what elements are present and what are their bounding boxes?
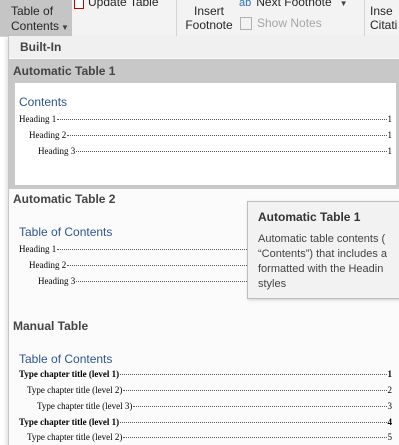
insert-footnote-button[interactable]: Insert Footnote [183, 4, 235, 32]
table-of-contents-button[interactable]: Table of Contents ▼ [0, 0, 72, 36]
gallery-item-title: Automatic Table 2 [13, 192, 116, 206]
show-notes-button[interactable]: Show Notes [240, 16, 322, 31]
toc-preview-line: Heading 3 1 [38, 146, 392, 156]
show-notes-icon [240, 17, 252, 31]
toc-entry-page: 3 [387, 401, 393, 411]
gallery-item-automatic-table-1[interactable]: Automatic Table 1 Contents Heading 1 1 He… [9, 59, 399, 189]
tooltip-title: Automatic Table 1 [258, 210, 361, 224]
insert-citation-button[interactable]: Inse Citati [370, 4, 397, 32]
gallery-item-title: Automatic Table 1 [13, 64, 116, 78]
toc-entry-text: Heading 3 [38, 276, 76, 286]
ribbon: Table of Contents ▼ Update Table Insert F… [0, 0, 399, 37]
dot-leader [120, 374, 387, 375]
tooltip-line: “Contents”) that includes a [258, 248, 388, 260]
toc-preview-line: Type chapter title (level 2) 2 [27, 385, 392, 395]
next-footnote-icon: ab [239, 0, 252, 9]
toc-entry-text: Type chapter title (level 3) [37, 401, 133, 411]
dot-leader [123, 390, 387, 391]
gallery-section-header: Built-In [9, 36, 399, 58]
toc-entry-text: Type chapter title (level 2) [27, 432, 123, 442]
dot-leader [57, 119, 387, 120]
toc-preview-line: Heading 2 1 [29, 130, 392, 140]
insert-footnote-label-line2: Footnote [185, 18, 233, 32]
toc-entry-text: Type chapter title (level 1) [19, 369, 120, 379]
next-footnote-button[interactable]: ab Next Footnote ▼ [239, 0, 348, 11]
ribbon-divider [176, 0, 177, 36]
toc-button-label-line2: Contents ▼ [11, 19, 69, 33]
chevron-down-icon: ▼ [339, 0, 348, 8]
toc-entry-page: 1 [387, 369, 393, 379]
gallery-item-title: Manual Table [13, 319, 89, 333]
toc-entry-text: Heading 1 [19, 244, 57, 254]
toc-entry-text: Type chapter title (level 1) [19, 417, 120, 427]
toc-preview-line: Type chapter title (level 1) 1 [19, 369, 392, 379]
next-footnote-label: Next Footnote [256, 0, 332, 9]
toc-entry-text: Type chapter title (level 2) [27, 385, 123, 395]
toc-preview-line: Type chapter title (level 2) 5 [27, 432, 392, 442]
toc-entry-page: 1 [387, 146, 393, 156]
toc-entry-page: 1 [387, 130, 393, 140]
dot-leader [67, 135, 387, 136]
toc-preview-line: Heading 1 1 [19, 114, 392, 124]
toc-preview-line: Type chapter title (level 3) 3 [37, 401, 392, 411]
insert-citation-label-line1: Inse [370, 4, 393, 18]
update-table-button[interactable]: Update Table [74, 0, 159, 9]
insert-citation-label-line2: Citati [370, 18, 398, 32]
preview-title: Contents [19, 95, 68, 109]
dot-leader [76, 151, 387, 152]
toc-entry-text: Heading 3 [38, 146, 76, 156]
preview-title: Table of Contents [19, 225, 113, 239]
update-table-label: Update Table [88, 0, 159, 9]
dropdown-caret-icon: ▼ [61, 23, 69, 32]
gallery-item-manual-table[interactable]: Manual Table Table of Contents Type chap… [9, 318, 399, 445]
toc-entry-text: Heading 2 [29, 260, 67, 270]
dot-leader [120, 422, 387, 423]
toc-entry-page: 2 [387, 385, 393, 395]
toc-entry-page: 1 [387, 114, 393, 124]
gallery-item-tooltip: Automatic Table 1 Automatic table conten… [247, 201, 399, 299]
preview-title: Table of Contents [19, 352, 113, 366]
toc-entry-page: 4 [387, 417, 393, 427]
update-table-icon [74, 0, 84, 9]
tooltip-line: Automatic table contents ( [258, 233, 386, 245]
dot-leader [133, 406, 387, 407]
toc-entry-page: 5 [387, 432, 393, 442]
toc-preview: Contents Heading 1 1 Heading 2 1 Heading 3… [15, 83, 396, 185]
ribbon-divider [364, 0, 365, 36]
tooltip-line: styles [258, 278, 287, 290]
toc-button-label-line1: Table of [11, 4, 54, 18]
tooltip-description: Automatic table contents ( “Contents”) t… [258, 232, 399, 292]
show-notes-label: Show Notes [257, 16, 322, 30]
toc-preview-line: Type chapter title (level 1) 4 [19, 417, 392, 427]
insert-footnote-label-line1: Insert [193, 4, 224, 18]
dot-leader [123, 437, 387, 438]
toc-entry-text: Heading 1 [19, 114, 57, 124]
toc-entry-text: Heading 2 [29, 130, 67, 140]
tooltip-line: formatted with the Headin [258, 263, 384, 275]
